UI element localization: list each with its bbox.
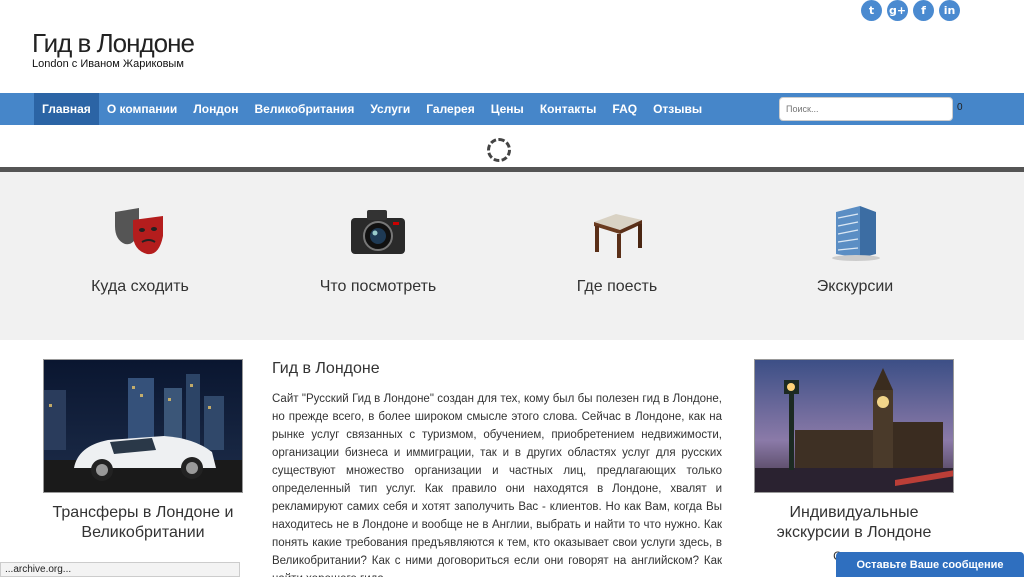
nav-item-home[interactable]: Главная <box>34 93 99 125</box>
social-links: t g+ f in <box>861 0 960 21</box>
nav-item-faq[interactable]: FAQ <box>604 93 645 125</box>
article-title: Гид в Лондоне <box>272 360 380 377</box>
feature-label: Куда сходить <box>91 278 189 295</box>
transfer-title[interactable]: Трансферы в Лондоне и Великобритании <box>43 503 243 543</box>
features-strip: Куда сходить Что посмотреть Где поесть Э… <box>0 172 1024 340</box>
page: t g+ f in Гид в Лондоне London с Иваном … <box>0 0 1024 577</box>
theater-masks-icon <box>109 202 171 264</box>
nav-item-about[interactable]: О компании <box>99 93 186 125</box>
site-tagline: London с Иваном Жариковым <box>32 58 184 70</box>
feature-where-to-eat[interactable]: Где поесть <box>517 172 717 296</box>
transfer-image[interactable] <box>43 359 243 493</box>
status-bar: ...archive.org... <box>0 562 240 577</box>
feature-what-to-see[interactable]: Что посмотреть <box>278 172 478 296</box>
chat-button[interactable]: Оставьте Ваше сообщение <box>836 552 1024 577</box>
nav-item-britain[interactable]: Великобритания <box>247 93 363 125</box>
camera-icon <box>347 202 409 264</box>
article-text: Сайт "Русский Гид в Лондоне" создан для … <box>272 393 722 577</box>
tours-title[interactable]: Индивидуальные экскурсии в Лондоне <box>754 503 954 543</box>
feature-label: Где поесть <box>576 278 658 295</box>
twitter-icon[interactable]: t <box>861 0 882 21</box>
transfer-card[interactable]: Трансферы в Лондоне и Великобритании <box>43 359 243 543</box>
google-plus-icon[interactable]: g+ <box>887 0 908 21</box>
site-title[interactable]: Гид в Лондоне <box>32 28 195 58</box>
nav-item-prices[interactable]: Цены <box>483 93 532 125</box>
feature-tours[interactable]: Экскурсии <box>755 172 955 296</box>
nav-item-reviews[interactable]: Отзывы <box>645 93 710 125</box>
cart-count: 0 <box>957 102 963 113</box>
loading-spinner-icon <box>487 138 511 162</box>
nav-item-gallery[interactable]: Галерея <box>418 93 482 125</box>
nav-item-contacts[interactable]: Контакты <box>532 93 605 125</box>
tours-image[interactable] <box>754 359 954 493</box>
feature-label: Экскурсии <box>816 278 894 295</box>
facebook-icon[interactable]: f <box>913 0 934 21</box>
intro-article: Гид в Лондоне Сайт "Русский Гид в Лондон… <box>272 360 722 577</box>
nav-item-london[interactable]: Лондон <box>185 93 246 125</box>
linkedin-icon[interactable]: in <box>939 0 960 21</box>
table-icon <box>586 202 648 264</box>
search-input[interactable] <box>779 97 953 121</box>
feature-where-to-go[interactable]: Куда сходить <box>40 172 240 296</box>
tours-card[interactable]: Индивидуальные экскурсии в Лондоне Описа… <box>754 359 954 563</box>
site-brand[interactable]: Гид в Лондоне London с Иваном Жариковым <box>32 28 195 70</box>
main-nav: Главная О компании Лондон Великобритания… <box>0 93 1024 125</box>
feature-label: Что посмотреть <box>319 278 437 295</box>
nav-item-services[interactable]: Услуги <box>362 93 418 125</box>
building-icon <box>824 202 886 264</box>
